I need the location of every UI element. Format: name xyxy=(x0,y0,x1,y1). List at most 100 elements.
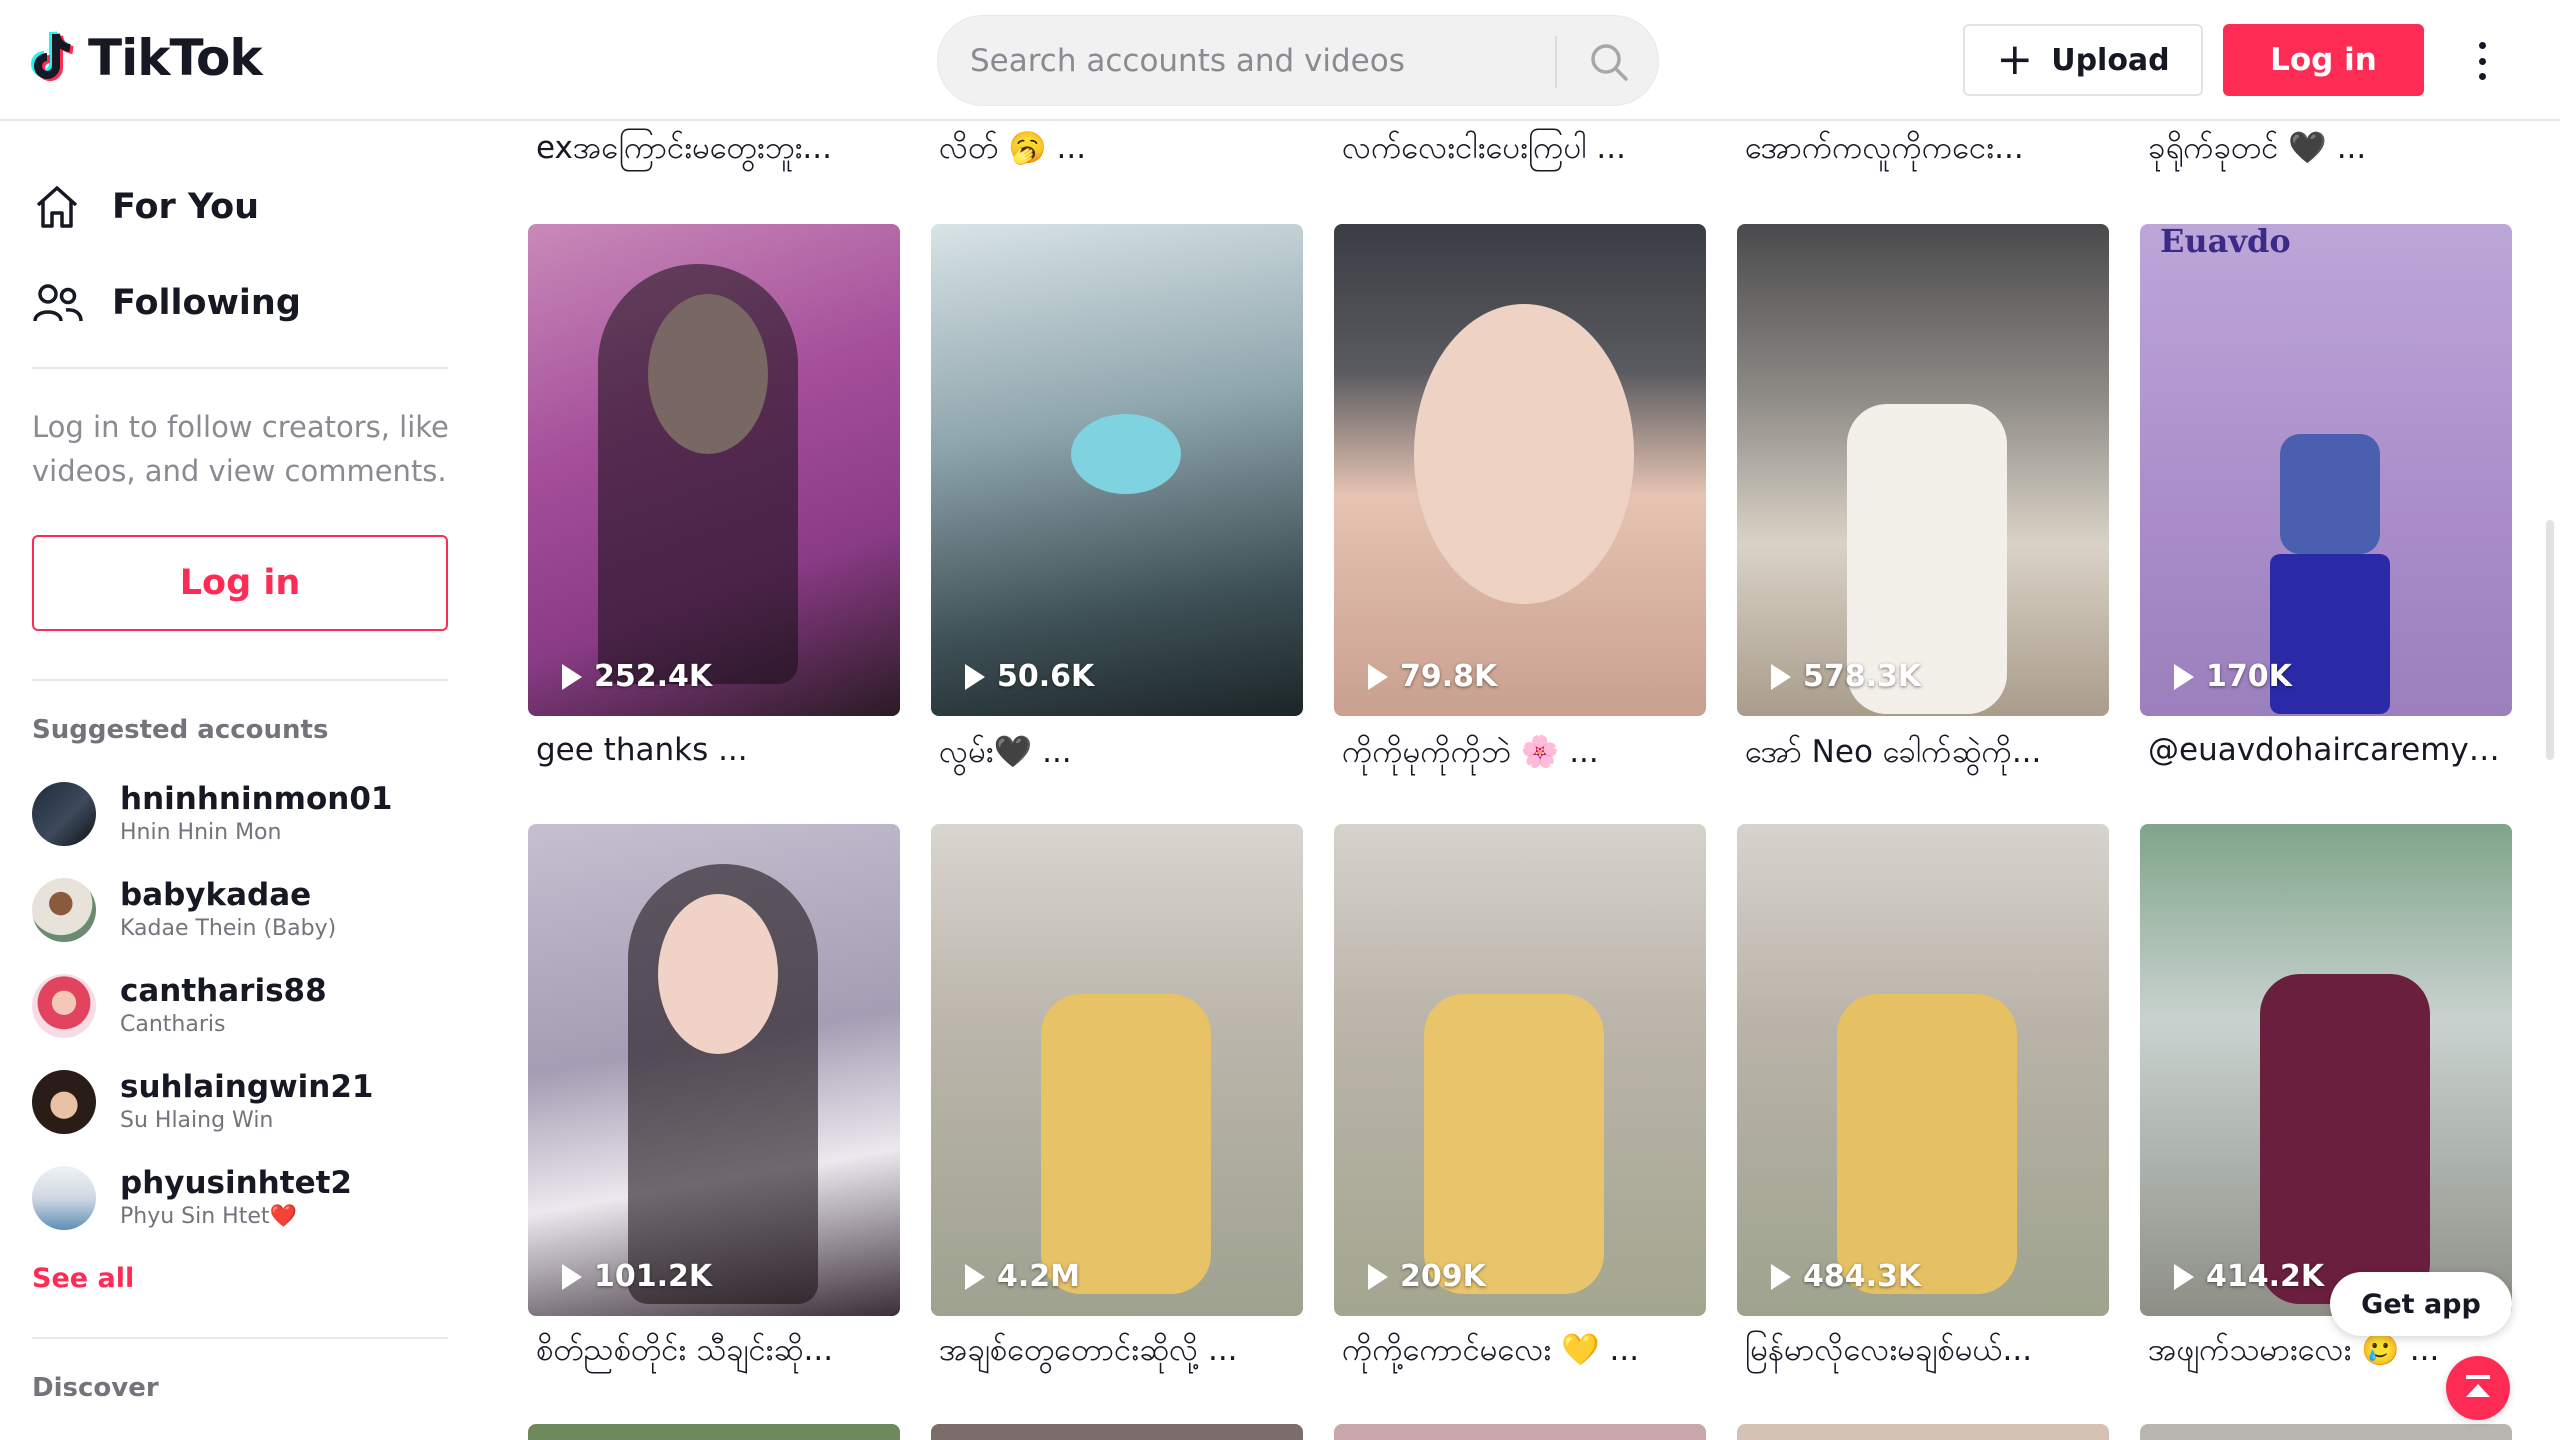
thumbnail-figure xyxy=(658,894,778,1054)
back-to-top-button[interactable] xyxy=(2446,1356,2510,1420)
video-caption[interactable]: အဖျက်သမားလေး 🥲 ... xyxy=(2140,1330,2440,1376)
view-count: 170K xyxy=(2174,659,2292,694)
play-icon xyxy=(2174,1263,2194,1290)
thumbnail-figure xyxy=(1837,994,2017,1294)
video-thumbnail[interactable]: 209K xyxy=(1334,824,1706,1316)
header-login-button[interactable]: Log in xyxy=(2223,24,2424,96)
account-username: suhlaingwin21 xyxy=(120,1069,374,1105)
view-count: 4.2M xyxy=(965,1259,1080,1294)
top-bar: TikTok + Upload Log in xyxy=(0,0,2560,121)
video-thumbnail[interactable]: 50.6K xyxy=(931,224,1303,716)
thumbnail-figure xyxy=(1414,304,1634,604)
nav-for-you[interactable]: For You xyxy=(32,175,259,239)
video-thumbnail[interactable]: Euavdo 170K xyxy=(2140,224,2512,716)
video-thumbnail[interactable]: 578.3K xyxy=(1737,224,2109,716)
suggested-account[interactable]: phyusinhtet2 Phyu Sin Htet❤️ xyxy=(32,1158,452,1238)
nav-following[interactable]: Following xyxy=(32,271,301,335)
video-caption[interactable]: အောက်ကလူကိုကငေး... xyxy=(1737,128,2109,174)
avatar xyxy=(32,878,96,942)
thumbnail-figure xyxy=(2280,434,2380,554)
home-icon xyxy=(32,179,92,235)
search-input[interactable] xyxy=(970,36,1570,86)
sidebar-login-button[interactable]: Log in xyxy=(32,535,448,631)
login-prompt: Log in to follow creators, like videos, … xyxy=(32,410,449,488)
logo-wordmark: TikTok xyxy=(88,29,263,87)
video-thumbnail[interactable]: 79.8K xyxy=(1334,224,1706,716)
account-display-name: Su Hlaing Win xyxy=(120,1108,274,1133)
play-icon xyxy=(965,663,985,690)
suggested-accounts-title: Suggested accounts xyxy=(32,715,329,745)
account-username: hninhninmon01 xyxy=(120,781,393,817)
view-count: 252.4K xyxy=(562,659,712,694)
video-thumbnail[interactable] xyxy=(1737,1424,2109,1440)
avatar xyxy=(32,974,96,1038)
view-count: 209K xyxy=(1368,1259,1486,1294)
play-icon xyxy=(562,663,582,690)
account-username: babykadae xyxy=(120,877,312,913)
video-caption[interactable]: gee thanks ... xyxy=(528,732,900,768)
video-caption[interactable]: အော် Neo ခေါက်ဆွဲကို... xyxy=(1737,732,2109,778)
video-thumbnail[interactable]: 4.2M xyxy=(931,824,1303,1316)
video-caption[interactable]: ခုရိုက်ခုတင် 🖤 ... xyxy=(2140,128,2512,174)
video-thumbnail[interactable] xyxy=(931,1424,1303,1440)
view-count: 79.8K xyxy=(1368,659,1497,694)
search-button[interactable] xyxy=(1574,32,1644,92)
thumbnail-figure xyxy=(598,264,798,684)
sidebar: For You Following Log in to follow creat… xyxy=(0,121,460,1440)
video-caption[interactable]: @euavdohaircaremyan... xyxy=(2140,732,2512,768)
see-all-link[interactable]: See all xyxy=(32,1263,134,1294)
play-icon xyxy=(1368,663,1388,690)
thumbnail-overlay-text: Euavdo xyxy=(2160,224,2291,260)
divider xyxy=(32,679,448,681)
video-thumbnail[interactable]: 484.3K xyxy=(1737,824,2109,1316)
video-caption[interactable]: exအကြောင်းမတွေးဘူး... xyxy=(528,128,900,174)
play-icon xyxy=(562,1263,582,1290)
video-caption[interactable]: လက်လေးငါးပေးကြပါ ... xyxy=(1334,128,1706,174)
play-icon xyxy=(1368,1263,1388,1290)
thumbnail-figure xyxy=(1071,414,1181,494)
account-display-name: Hnin Hnin Mon xyxy=(120,820,282,845)
divider xyxy=(32,367,448,369)
suggested-account[interactable]: cantharis88 Cantharis xyxy=(32,966,452,1046)
dot-icon xyxy=(2478,57,2486,65)
people-icon xyxy=(32,275,92,331)
play-icon xyxy=(1771,663,1791,690)
video-caption[interactable]: စိတ်ညစ်တိုင်း သီချင်းဆို... xyxy=(528,1330,900,1376)
upload-button[interactable]: + Upload xyxy=(1963,24,2203,96)
suggested-account[interactable]: suhlaingwin21 Su Hlaing Win xyxy=(32,1062,452,1142)
video-thumbnail[interactable]: 252.4K xyxy=(528,224,900,716)
view-count: 101.2K xyxy=(562,1259,712,1294)
suggested-account[interactable]: hninhninmon01 Hnin Hnin Mon xyxy=(32,774,452,854)
video-thumbnail[interactable]: 414.2K xyxy=(2140,824,2512,1316)
tiktok-logo[interactable]: TikTok xyxy=(30,28,263,88)
suggested-account[interactable]: babykadae Kadae Thein (Baby) xyxy=(32,870,452,950)
dot-icon xyxy=(2478,73,2486,80)
get-app-button[interactable]: Get app xyxy=(2330,1272,2512,1336)
video-thumbnail[interactable] xyxy=(1334,1424,1706,1440)
thumbnail-figure xyxy=(1424,994,1604,1294)
avatar xyxy=(32,782,96,846)
play-icon xyxy=(2174,663,2194,690)
video-caption[interactable]: မြန်မာလိုလေးမချစ်မယ်... xyxy=(1737,1330,2109,1376)
play-icon xyxy=(1771,1263,1791,1290)
page-scrollbar[interactable] xyxy=(2546,520,2554,760)
video-caption[interactable]: အချစ်တွေတောင်းဆိုလို့ ... xyxy=(931,1330,1303,1376)
video-caption[interactable]: လိတ် 🥱 ... xyxy=(931,128,1303,174)
video-caption[interactable]: ကိုကို့ကောင်မလေး 💛 ... xyxy=(1334,1330,1706,1376)
divider xyxy=(32,1337,448,1339)
account-username: phyusinhtet2 xyxy=(120,1165,352,1201)
video-thumbnail[interactable] xyxy=(528,1424,900,1440)
more-options-button[interactable] xyxy=(2462,36,2502,86)
account-display-name: Cantharis xyxy=(120,1012,226,1037)
video-caption[interactable]: လွမ်း🖤 ... xyxy=(931,732,1303,778)
video-thumbnail[interactable] xyxy=(2140,1424,2512,1440)
video-thumbnail[interactable]: 101.2K xyxy=(528,824,900,1316)
account-display-name: Phyu Sin Htet❤️ xyxy=(120,1204,297,1229)
video-caption[interactable]: ကိုကိုမုကိုကိုဘဲ 🌸 ... xyxy=(1334,732,1706,778)
view-count: 414.2K xyxy=(2174,1259,2324,1294)
view-count: 484.3K xyxy=(1771,1259,1921,1294)
account-username: cantharis88 xyxy=(120,973,327,1009)
arrow-up-icon xyxy=(2466,1375,2490,1397)
nav-label: For You xyxy=(112,187,260,227)
plus-icon: + xyxy=(1996,34,2034,85)
